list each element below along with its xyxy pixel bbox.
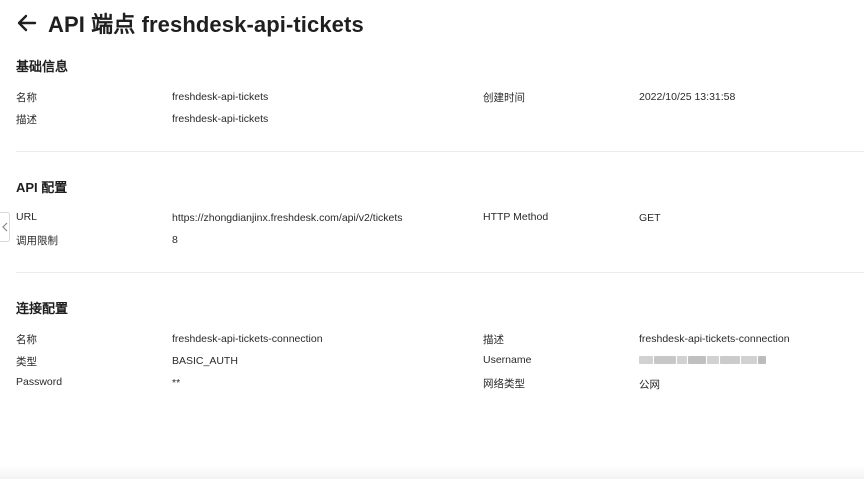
- api-endpoint-detail-page: API 端点 freshdesk-api-tickets 基础信息 名称 fre…: [0, 0, 864, 479]
- conn-password-value: **: [172, 377, 181, 389]
- sidebar-collapse-toggle[interactable]: [0, 212, 10, 242]
- api-method-value: GET: [639, 212, 661, 224]
- api-url-value: https://zhongdianjinx.freshdesk.com/api/…: [172, 212, 403, 224]
- section-title-connection-config: 连接配置: [16, 301, 69, 316]
- section-divider: [16, 151, 864, 152]
- basic-desc-value: freshdesk-api-tickets: [172, 113, 269, 125]
- basic-created-value: 2022/10/25 13:31:58: [639, 91, 736, 103]
- basic-name-value: freshdesk-api-tickets: [172, 91, 269, 103]
- basic-name-label: 名称: [16, 92, 37, 104]
- conn-username-value-redacted: [639, 355, 766, 365]
- api-limit-value: 8: [172, 234, 178, 246]
- conn-username-label: Username: [483, 354, 532, 366]
- conn-desc-label: 描述: [483, 334, 504, 346]
- section-divider: [16, 272, 864, 273]
- chevron-left-icon: [1, 222, 7, 232]
- conn-name-value: freshdesk-api-tickets-connection: [172, 333, 323, 345]
- basic-desc-label: 描述: [16, 114, 37, 126]
- conn-type-value: BASIC_AUTH: [172, 355, 238, 367]
- api-url-label: URL: [16, 211, 38, 223]
- conn-network-value: 公网: [639, 379, 660, 391]
- api-limit-label: 调用限制: [16, 235, 58, 247]
- conn-network-label: 网络类型: [483, 378, 525, 390]
- back-button[interactable]: [16, 12, 38, 34]
- conn-type-label: 类型: [16, 356, 37, 368]
- arrow-left-icon: [17, 14, 37, 32]
- page-header: API 端点 freshdesk-api-tickets: [16, 8, 364, 38]
- api-method-label: HTTP Method: [483, 211, 549, 223]
- basic-created-label: 创建时间: [483, 92, 525, 104]
- conn-desc-value: freshdesk-api-tickets-connection: [639, 333, 790, 345]
- section-title-api-config: API 配置: [16, 180, 68, 195]
- bottom-fade: [0, 465, 864, 479]
- section-title-basic-info: 基础信息: [16, 59, 69, 74]
- conn-name-label: 名称: [16, 334, 37, 346]
- page-title: API 端点 freshdesk-api-tickets: [48, 12, 364, 37]
- conn-password-label: Password: [16, 376, 63, 388]
